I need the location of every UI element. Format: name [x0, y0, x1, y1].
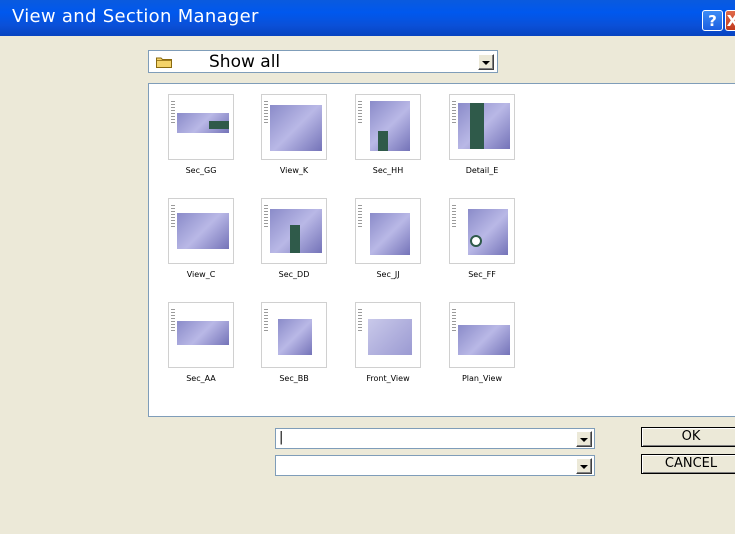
thumbnail-image: [261, 302, 327, 368]
thumbnail-image: [355, 94, 421, 160]
thumbnail-label: Plan_View: [461, 374, 502, 383]
help-icon: ?: [708, 11, 717, 30]
thumbnail-gallery[interactable]: Sec_GG View_K Sec_HH Detail_E View_C Sec: [148, 83, 735, 417]
folder-filter-value: Show all: [209, 52, 281, 72]
ok-button[interactable]: OK: [641, 427, 735, 447]
thumbnail-image: [261, 94, 327, 160]
thumbnail-label: Sec_AA: [186, 374, 216, 383]
chevron-down-icon[interactable]: [576, 458, 592, 474]
thumbnail-label: Detail_E: [465, 166, 499, 175]
close-button[interactable]: X: [725, 10, 735, 31]
window-title: View and Section Manager: [12, 6, 259, 27]
thumbnail-label: Sec_GG: [185, 166, 217, 175]
thumbnail-image: [449, 198, 515, 264]
folder-icon: [156, 57, 172, 68]
thumbnail-item[interactable]: Sec_BB: [254, 302, 334, 386]
thumbnail-item[interactable]: Front_View: [348, 302, 428, 386]
thumbnail-image: [449, 94, 515, 160]
folder-filter-dropdown[interactable]: Show all: [148, 50, 498, 73]
title-bar[interactable]: View and Section Manager ? X: [0, 0, 735, 36]
thumbnail-item[interactable]: Detail_E: [442, 94, 522, 178]
secondary-dropdown[interactable]: [275, 455, 595, 476]
thumbnail-image: [168, 94, 234, 160]
thumbnail-label: Sec_DD: [278, 270, 310, 279]
thumbnail-item[interactable]: Sec_HH: [348, 94, 428, 178]
thumbnail-image: [355, 198, 421, 264]
thumbnail-label: Sec_BB: [279, 374, 309, 383]
thumbnail-label: View_K: [279, 166, 309, 175]
thumbnail-label: Sec_FF: [468, 270, 496, 279]
thumbnail-image: [355, 302, 421, 368]
thumbnail-image: [168, 302, 234, 368]
thumbnail-item[interactable]: Sec_GG: [161, 94, 241, 178]
thumbnail-label: Sec_JJ: [376, 270, 400, 279]
thumbnail-item[interactable]: Sec_JJ: [348, 198, 428, 282]
close-icon: X: [726, 11, 735, 30]
cancel-button[interactable]: CANCEL: [641, 454, 735, 474]
thumbnail-item[interactable]: Sec_AA: [161, 302, 241, 386]
help-button[interactable]: ?: [702, 10, 723, 31]
thumbnail-label: Sec_HH: [372, 166, 404, 175]
thumbnail-item[interactable]: Sec_DD: [254, 198, 334, 282]
thumbnail-item[interactable]: View_C: [161, 198, 241, 282]
thumbnail-label: View_C: [186, 270, 216, 279]
thumbnail-label: Front_View: [366, 374, 410, 383]
primary-dropdown-value: |: [279, 430, 284, 445]
primary-dropdown[interactable]: |: [275, 428, 595, 449]
chevron-down-icon[interactable]: [478, 54, 494, 70]
thumbnail-image: [449, 302, 515, 368]
chevron-down-icon[interactable]: [576, 431, 592, 447]
thumbnail-image: [168, 198, 234, 264]
thumbnail-item[interactable]: Plan_View: [442, 302, 522, 386]
thumbnail-image: [261, 198, 327, 264]
thumbnail-item[interactable]: View_K: [254, 94, 334, 178]
thumbnail-item[interactable]: Sec_FF: [442, 198, 522, 282]
